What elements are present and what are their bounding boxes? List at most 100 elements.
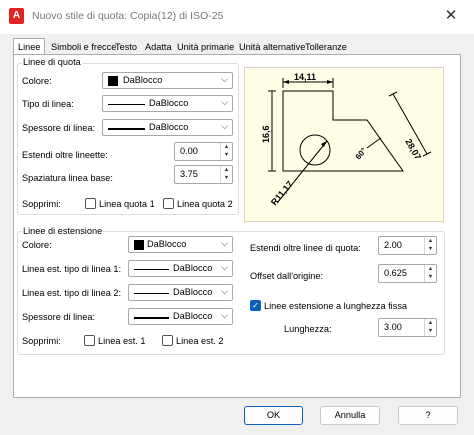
preview-panel: 14,11 16,6 28,07 60° R11,17	[244, 67, 444, 222]
tab-text[interactable]: Testo	[115, 41, 137, 55]
ext-lt2-value: DaBlocco	[173, 287, 213, 297]
preview-arrow-icon	[283, 80, 289, 84]
help-button[interactable]: ?	[398, 406, 458, 425]
autocad-app-icon: A	[9, 8, 24, 24]
tab-alternate-units[interactable]: Unità alternative	[239, 41, 305, 55]
ext-offset-value: 0.625	[384, 268, 407, 278]
chevron-down-icon: ⌵	[221, 97, 228, 107]
dim-color-label: Colore:	[22, 76, 52, 86]
dim-color-value: DaBlocco	[123, 75, 163, 85]
spin-up-icon[interactable]: ▲	[221, 143, 232, 151]
dim-baseline-label: Spaziatura linea base:	[22, 173, 113, 183]
ext-color-select[interactable]: DaBlocco ⌵	[128, 236, 233, 253]
dim-extend-value: 0.00	[180, 146, 198, 156]
color-swatch	[108, 76, 118, 86]
tab-tolerances[interactable]: Tolleranze	[305, 41, 347, 55]
ext-lt1-select[interactable]: DaBlocco ⌵	[128, 260, 233, 277]
suppress-ext-line-1-checkbox[interactable]	[84, 335, 95, 346]
chevron-down-icon: ⌵	[221, 286, 228, 296]
suppress-dim-line-1-checkbox[interactable]	[85, 198, 96, 209]
line-sample	[108, 104, 145, 105]
chevron-down-icon: ⌵	[221, 310, 228, 320]
tab-bar: Linee Simboli e frecce Testo Adatta Unit…	[13, 38, 463, 56]
spin-up-icon[interactable]: ▲	[425, 319, 436, 327]
ext-color-label: Colore:	[22, 240, 52, 250]
spin-down-icon[interactable]: ▼	[221, 174, 232, 182]
title-bar: A Nuovo stile di quota: Copia(12) di ISO…	[0, 0, 474, 34]
spin-up-icon[interactable]: ▲	[425, 237, 436, 245]
suppress-ext-line-2-checkbox[interactable]	[162, 335, 173, 346]
dim-color-select[interactable]: DaBlocco ⌵	[102, 72, 233, 89]
ext-extend-label: Estendi oltre linee di quota:	[250, 243, 361, 253]
ext-extend-spinner[interactable]: 2.00 ▲ ▼	[378, 236, 437, 255]
ext-lt1-label: Linea est. tipo di linea 1:	[22, 264, 122, 274]
fixed-length-checkbox[interactable]: ✓	[250, 300, 261, 311]
dimension-preview-drawing: 14,11 16,6 28,07 60° R11,17	[261, 72, 432, 207]
close-button[interactable]: ✕	[440, 7, 462, 25]
tab-symbols-arrows[interactable]: Simboli e frecce	[51, 41, 116, 55]
fixed-length-label[interactable]: Linee estensione a lunghezza fissa	[264, 301, 407, 311]
line-sample	[134, 317, 169, 319]
line-sample	[134, 293, 169, 294]
spinner-buttons: ▲ ▼	[424, 237, 436, 254]
suppress-ext-line-1-label[interactable]: Linea est. 1	[98, 336, 146, 346]
spin-down-icon[interactable]: ▼	[425, 245, 436, 253]
length-spinner[interactable]: 3.00 ▲ ▼	[378, 318, 437, 337]
dim-baseline-spinner[interactable]: 3.75 ▲ ▼	[174, 165, 233, 184]
spin-down-icon[interactable]: ▼	[221, 151, 232, 159]
preview-circle	[299, 134, 331, 166]
chevron-down-icon: ⌵	[221, 262, 228, 272]
dim-lineweight-label: Spessore di linea:	[22, 123, 96, 133]
ext-lineweight-label: Spessore di linea:	[22, 312, 96, 322]
ext-suppress-label: Sopprimi:	[22, 336, 61, 346]
ext-offset-spinner[interactable]: 0.625 ▲ ▼	[378, 264, 437, 283]
length-value: 3.00	[384, 322, 402, 332]
tab-fit[interactable]: Adatta	[145, 41, 172, 55]
chevron-down-icon: ⌵	[221, 238, 228, 248]
ext-extend-value: 2.00	[384, 240, 402, 250]
color-swatch	[134, 240, 144, 250]
spin-up-icon[interactable]: ▲	[221, 166, 232, 174]
ext-lt1-value: DaBlocco	[173, 263, 213, 273]
spin-up-icon[interactable]: ▲	[425, 265, 436, 273]
spin-down-icon[interactable]: ▼	[425, 273, 436, 281]
ext-color-value: DaBlocco	[147, 239, 187, 249]
window-title: Nuovo stile di quota: Copia(12) di ISO-2…	[32, 10, 224, 22]
ext-lineweight-value: DaBlocco	[173, 311, 213, 321]
dim-linetype-select[interactable]: DaBlocco ⌵	[102, 95, 233, 112]
dim-lineweight-select[interactable]: DaBlocco ⌵	[102, 119, 233, 136]
preview-dim-right: 28,07	[403, 137, 423, 162]
tab-primary-units[interactable]: Unità primarie	[177, 41, 234, 55]
suppress-dim-line-2-label[interactable]: Linea quota 2	[177, 199, 233, 209]
suppress-dim-line-2-checkbox[interactable]	[163, 198, 174, 209]
chevron-down-icon: ⌵	[221, 121, 228, 131]
preview-dim-angle: 60°	[354, 146, 369, 161]
preview-dim-radius: R11,17	[269, 179, 295, 207]
spinner-buttons: ▲ ▼	[424, 319, 436, 336]
ext-lineweight-select[interactable]: DaBlocco ⌵	[128, 308, 233, 325]
spinner-buttons: ▲ ▼	[220, 166, 232, 183]
preview-ext-line	[388, 91, 398, 97]
line-sample	[108, 128, 145, 130]
chevron-down-icon: ⌵	[221, 74, 228, 84]
dim-suppress-label: Sopprimi:	[22, 199, 61, 209]
ok-button[interactable]: OK	[244, 406, 303, 425]
ext-lt2-select[interactable]: DaBlocco ⌵	[128, 284, 233, 301]
dim-lines-title: Linee di quota	[22, 57, 82, 67]
dim-baseline-value: 3.75	[180, 169, 198, 179]
line-sample	[134, 269, 169, 270]
dim-lineweight-value: DaBlocco	[149, 122, 189, 132]
preview-dim-left: 16,6	[261, 125, 271, 143]
preview-angle-arc	[366, 137, 382, 149]
dim-extend-spinner[interactable]: 0.00 ▲ ▼	[174, 142, 233, 161]
dim-extend-label: Estendi oltre lineette:	[22, 150, 108, 160]
dim-linetype-label: Tipo di linea:	[22, 99, 74, 109]
suppress-ext-line-2-label[interactable]: Linea est. 2	[176, 336, 224, 346]
preview-ext-line	[422, 151, 432, 157]
cancel-button[interactable]: Annulla	[320, 406, 380, 425]
suppress-dim-line-1-label[interactable]: Linea quota 1	[99, 199, 155, 209]
preview-dim-top: 14,11	[294, 72, 316, 82]
preview-arrow-icon	[327, 80, 333, 84]
spin-down-icon[interactable]: ▼	[425, 327, 436, 335]
preview-shape-outline	[282, 90, 404, 172]
